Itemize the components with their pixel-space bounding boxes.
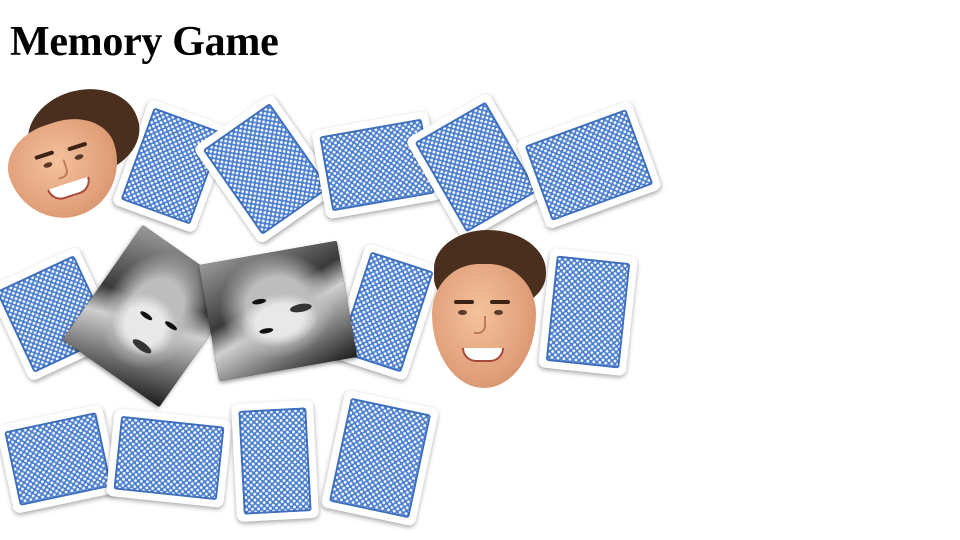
card-back[interactable] (230, 399, 320, 523)
game-board (0, 0, 960, 540)
card-face-woman-portrait[interactable] (198, 240, 358, 382)
card-back[interactable] (0, 403, 121, 515)
card-back[interactable] (105, 408, 233, 508)
card-back[interactable] (320, 389, 440, 527)
card-back[interactable] (515, 99, 663, 231)
card-face-man[interactable] (424, 230, 548, 392)
card-back[interactable] (537, 247, 639, 377)
